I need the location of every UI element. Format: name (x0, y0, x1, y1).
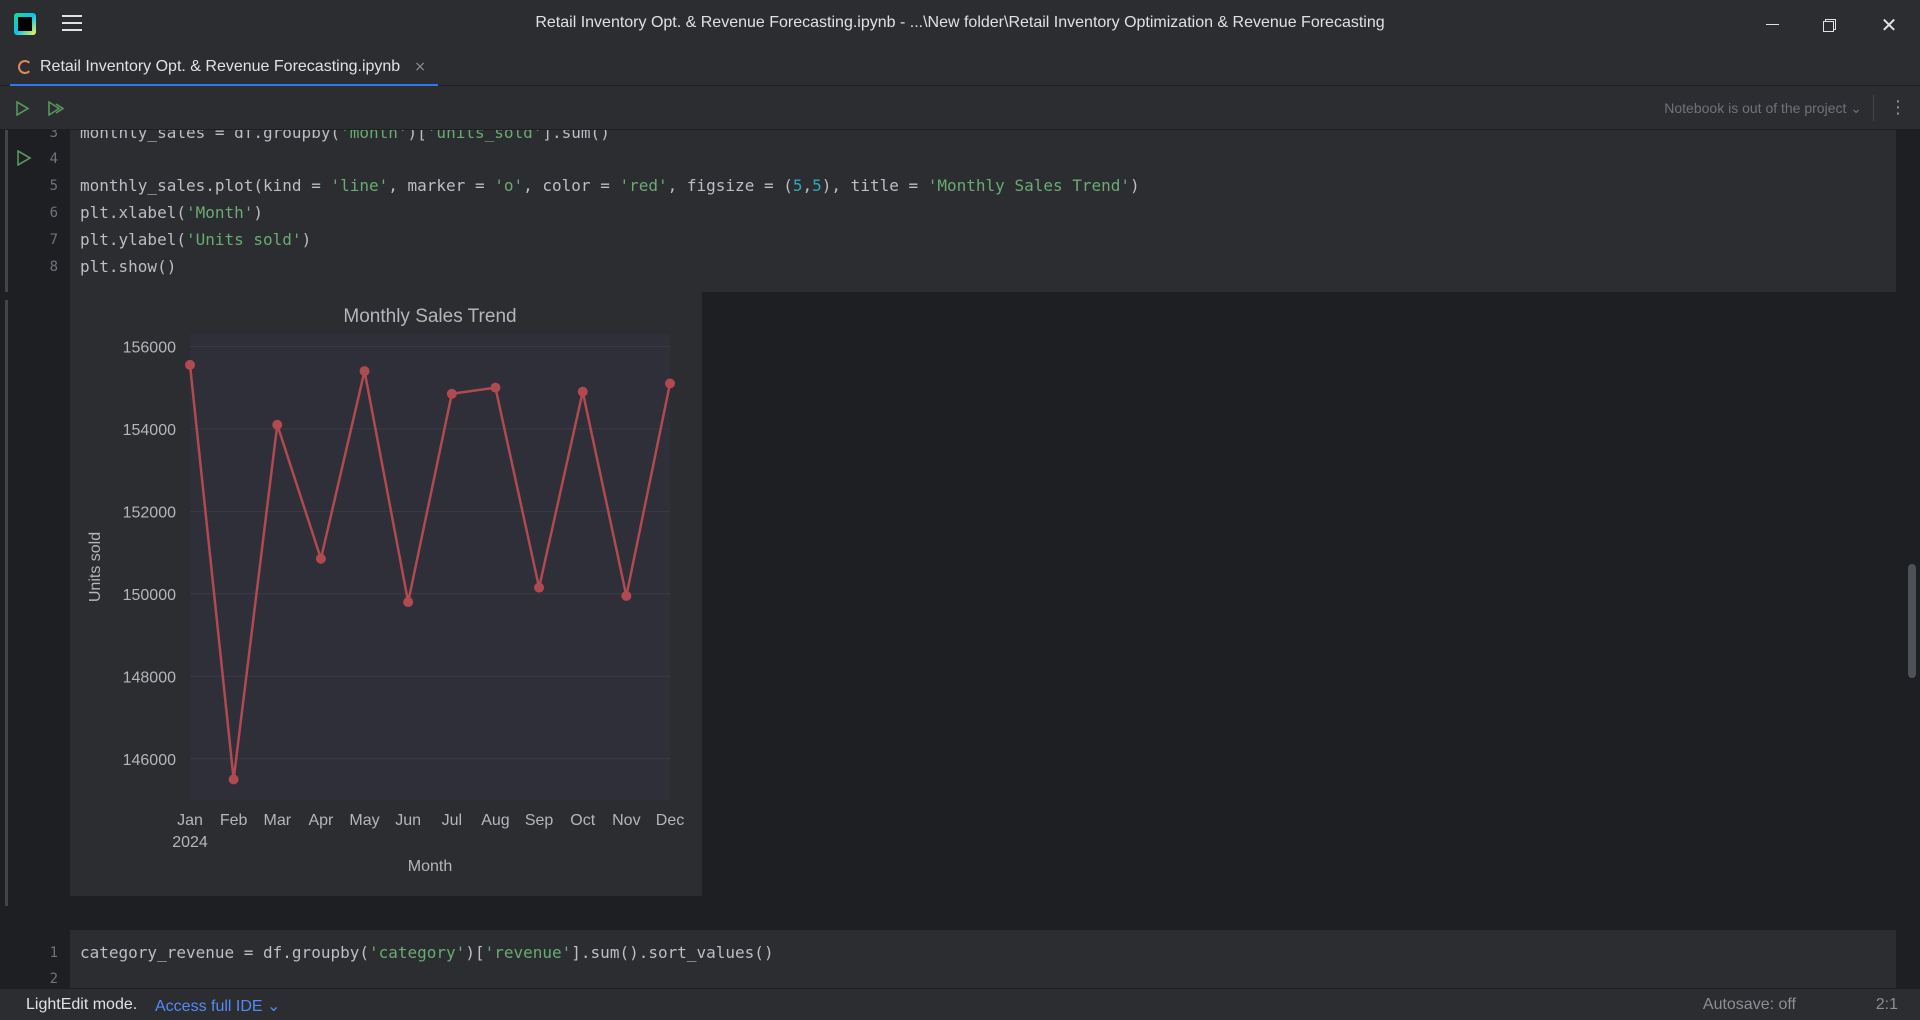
y-tick-label: 154000 (123, 422, 176, 439)
data-point (665, 378, 675, 389)
y-tick-label: 148000 (123, 669, 176, 686)
notebook-toolbar: Notebook is out of the project ⌄ ⋮ (0, 87, 1920, 130)
chart-title: Monthly Sales Trend (343, 306, 516, 327)
code-line-6[interactable]: plt.xlabel('Month') (80, 202, 263, 224)
data-point (315, 553, 326, 564)
caret-position[interactable]: 2:1 (1876, 996, 1898, 1014)
code-line-7[interactable]: plt.ylabel('Units sold') (80, 229, 311, 251)
data-point (490, 382, 501, 393)
line-number: 5 (49, 178, 58, 194)
x-tick-label: Jul (442, 812, 462, 829)
line-number: 8 (49, 259, 58, 275)
data-point (185, 359, 195, 370)
output-gutter-bar (5, 300, 8, 906)
x-tick-label: Apr (308, 812, 334, 829)
minimize-button[interactable] (1752, 10, 1792, 40)
y-tick-label: 156000 (123, 339, 176, 356)
x-tick-label: Aug (481, 812, 509, 829)
data-point (272, 419, 283, 430)
y-tick-label: 152000 (123, 504, 176, 521)
x-tick-label: Jan (177, 812, 203, 829)
toolbar-divider (1873, 95, 1874, 121)
x-tick-label: Nov (612, 812, 640, 829)
line-number: 2 (49, 971, 58, 987)
x-tick-label: Feb (220, 812, 248, 829)
line-number: 1 (49, 945, 58, 961)
cell-output-plot: 146000 148000 150000 152000 154000 156000 Jan F… (70, 292, 702, 896)
y-tick-label: 146000 (123, 752, 176, 769)
x-tick-label: Jun (395, 812, 421, 829)
data-point (403, 597, 414, 608)
y-tick-label: 150000 (123, 587, 176, 604)
tab-close-icon[interactable]: × (414, 59, 426, 75)
x-tick-label: Dec (656, 812, 684, 829)
more-options-icon[interactable]: ⋮ (1889, 97, 1907, 119)
run-cell-icon[interactable] (16, 101, 30, 116)
close-window-button[interactable]: ✕ (1869, 10, 1909, 40)
line-chart: 146000 148000 150000 152000 154000 156000 Jan F… (70, 292, 702, 896)
status-bar: LightEdit mode. Access full IDE ⌄ Autosa… (0, 988, 1920, 1020)
lightedit-mode-label: LightEdit mode. (26, 996, 138, 1013)
window-title: Retail Inventory Opt. & Revenue Forecast… (535, 14, 1385, 31)
project-status-dropdown[interactable]: Notebook is out of the project ⌄ (1664, 100, 1862, 117)
x-tick-label: May (349, 812, 379, 829)
project-status-label: Notebook is out of the project (1664, 100, 1847, 116)
code-line-5[interactable]: monthly_sales.plot(kind = 'line', marker… (80, 175, 1140, 197)
line-number: 3 (49, 130, 58, 141)
editor-tab-bar: Retail Inventory Opt. & Revenue Forecast… (0, 50, 1920, 86)
access-full-ide-label: Access full IDE (155, 998, 263, 1015)
run-all-icon[interactable] (48, 101, 66, 116)
chevron-down-icon: ⌄ (262, 998, 281, 1015)
data-point (621, 590, 632, 601)
code-line-1[interactable]: category_revenue = df.groupby('category'… (80, 942, 774, 964)
code-cell[interactable] (70, 130, 1896, 292)
line-number: 7 (49, 232, 58, 248)
tab-notebook[interactable]: Retail Inventory Opt. & Revenue Forecast… (10, 50, 438, 86)
notebook-editor[interactable]: 3 monthly_sales = df.groupby('month')['u… (0, 130, 1920, 988)
loading-spinner-icon (18, 60, 32, 74)
x-tick-year-label: 2024 (172, 834, 208, 851)
data-point (359, 366, 370, 377)
vertical-scrollbar[interactable] (1908, 564, 1916, 678)
y-axis-label: Units sold (87, 532, 104, 602)
chevron-down-icon: ⌄ (1850, 100, 1862, 116)
restore-button[interactable] (1810, 10, 1850, 40)
run-cell-gutter-icon[interactable] (16, 150, 32, 166)
access-full-ide-link[interactable]: Access full IDE ⌄ (155, 996, 280, 1016)
title-bar: Retail Inventory Opt. & Revenue Forecast… (0, 0, 1920, 50)
line-number: 4 (49, 151, 58, 167)
line-number: 6 (49, 205, 58, 221)
plot-background (190, 334, 670, 800)
code-line-3[interactable]: monthly_sales = df.groupby('month')['uni… (80, 130, 610, 144)
tab-label: Retail Inventory Opt. & Revenue Forecast… (40, 58, 401, 75)
data-point (577, 386, 588, 397)
data-point (534, 582, 545, 593)
x-tick-label: Mar (263, 812, 291, 829)
x-tick-label: Sep (525, 812, 554, 829)
autosave-status[interactable]: Autosave: off (1703, 996, 1796, 1014)
x-axis-label: Month (408, 858, 452, 875)
x-tick-label: Oct (570, 812, 595, 829)
code-line-8[interactable]: plt.show() (80, 256, 176, 278)
cell-gutter-bar (5, 130, 8, 292)
data-point (228, 774, 239, 785)
data-point (446, 388, 457, 399)
